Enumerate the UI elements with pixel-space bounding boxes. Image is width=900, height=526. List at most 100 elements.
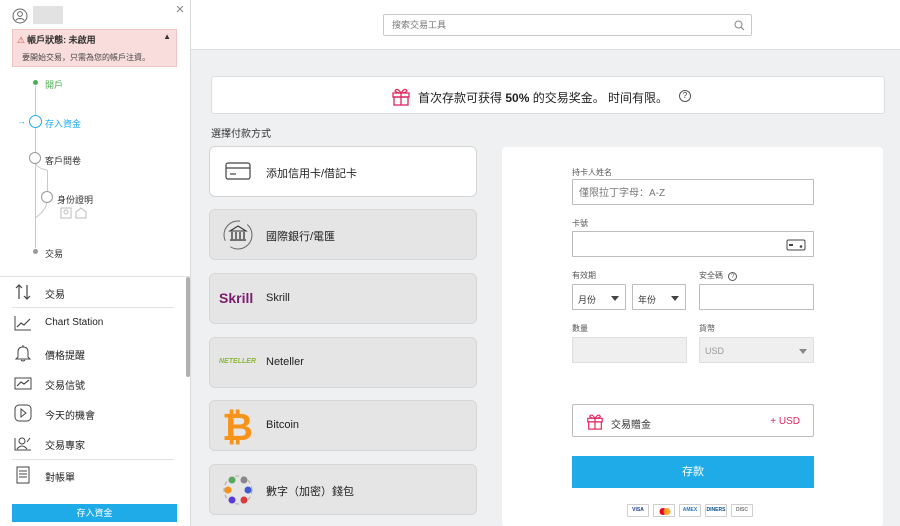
chart-line-icon <box>14 316 31 331</box>
step-pending-dot <box>41 191 53 203</box>
step-label-open-account: 開戶 <box>45 80 64 90</box>
warning-icon: ⚠ <box>17 35 26 45</box>
deposit-button[interactable]: 存款 <box>572 456 814 488</box>
menu-item-trade-signals[interactable]: 交易信號 <box>0 368 182 398</box>
cvv-field[interactable] <box>699 284 814 310</box>
sidebar-header: × <box>0 0 190 28</box>
visa-logo: VISA <box>627 504 649 517</box>
arrows-updown-icon <box>15 284 31 300</box>
bitcoin-icon: ₿ <box>222 407 253 449</box>
bell-icon <box>14 345 32 362</box>
card-icon <box>786 239 806 251</box>
payment-method-label: 國際銀行/電匯 <box>266 231 336 243</box>
promo-text: 首次存款可获得 50% 的交易奖金。 时间有限。 <box>418 89 668 106</box>
menu-scrollbar[interactable] <box>186 277 190 377</box>
menu-item-trade[interactable]: 交易 <box>0 277 182 307</box>
cardholder-input[interactable] <box>579 186 795 200</box>
cvv-info-icon[interactable]: ? <box>728 272 738 281</box>
menu-item-statement[interactable]: 對帳單 <box>0 460 182 490</box>
menu-item-price-alerts[interactable]: 價格提醒 <box>0 338 182 368</box>
expiry-month-select[interactable]: 月份 <box>572 284 626 310</box>
menu-label: Chart Station <box>45 317 104 328</box>
mastercard-logo: MC <box>653 504 675 517</box>
search-input[interactable] <box>392 18 722 32</box>
promo-text-part: 首次存款可获得 <box>418 91 506 105</box>
menu-label: 交易專家 <box>45 441 85 452</box>
discover-logo: DISC <box>731 504 753 517</box>
year-value: 年份 <box>638 295 657 305</box>
card-number-field[interactable] <box>572 231 814 257</box>
cardholder-label: 持卡人姓名 <box>572 168 612 177</box>
menu-label: 交易信號 <box>45 381 85 392</box>
amount-field[interactable] <box>572 337 687 363</box>
card-deposit-form: 持卡人姓名 卡號 有效期 月份 年份 安全碼 ? 數量 貨幣 USD <box>502 147 883 526</box>
step-label-trade[interactable]: 交易 <box>45 247 63 260</box>
expiry-year-select[interactable]: 年份 <box>632 284 686 310</box>
step-label-questionnaire[interactable]: 客戶問卷 <box>45 154 81 167</box>
menu-item-trade-experts[interactable]: 交易專家 <box>0 428 182 458</box>
cvv-input[interactable] <box>706 291 808 305</box>
payment-method-card[interactable]: 添加信用卡/借記卡 <box>209 146 477 197</box>
payment-method-label: Skrill <box>266 292 290 304</box>
step-label-deposit[interactable]: 存入資金 <box>45 117 81 130</box>
payment-method-label: 數字（加密）錢包 <box>266 486 354 498</box>
currency-label: 貨幣 <box>699 324 715 333</box>
statement-icon <box>16 466 30 484</box>
user-name-placeholder <box>33 6 63 24</box>
close-icon[interactable]: × <box>173 2 187 17</box>
onboarding-steps: 開戶 → 存入資金 客戶問卷 身份證明 交易 <box>0 72 190 272</box>
menu-label: 交易 <box>45 290 65 301</box>
account-status-banner[interactable]: ⚠ 帳戶狀態: 未啟用 ▲ 要開始交易，只需為您的帳戶注資。 <box>12 29 177 67</box>
top-bar <box>191 0 900 50</box>
menu-item-chart-station[interactable]: Chart Station <box>0 308 182 338</box>
step-done-dot <box>33 80 38 85</box>
diners-logo: DINERS <box>705 504 727 517</box>
step-pending-dot <box>33 249 38 254</box>
payment-method-label: 添加信用卡/借記卡 <box>266 168 358 180</box>
collapse-caret-icon[interactable]: ▲ <box>163 32 171 41</box>
payment-method-card[interactable]: 數字（加密）錢包 <box>209 464 477 515</box>
payment-method-card[interactable]: 國際銀行/電匯 <box>209 209 477 260</box>
payment-method-card[interactable]: NETELLER Neteller <box>209 337 477 388</box>
play-icon <box>14 404 32 422</box>
skrill-logo-text: Skrill <box>219 290 254 306</box>
step-label-id-proof[interactable]: 身份證明 <box>57 193 93 206</box>
skrill-logo: Skrill <box>219 274 270 323</box>
amex-logo: AMEX <box>679 504 701 517</box>
gift-icon <box>392 88 410 106</box>
menu-label: 今天的機會 <box>45 411 95 422</box>
promo-banner: 首次存款可获得 50% 的交易奖金。 时间有限。 ? <box>211 76 885 114</box>
payment-method-card[interactable]: ₿ Bitcoin <box>209 400 477 451</box>
cvv-label: 安全碼 ? <box>699 270 738 281</box>
menu-item-opportunities[interactable]: 今天的機會 <box>0 398 182 428</box>
payment-method-card[interactable]: Skrill Skrill <box>209 273 477 324</box>
gift-icon <box>587 414 603 430</box>
account-status-text: 帳戶狀態: 未啟用 <box>27 35 96 45</box>
chevron-down-icon <box>671 296 679 301</box>
neteller-logo-text: NETELLER <box>219 358 256 365</box>
user-avatar-icon[interactable] <box>12 8 28 24</box>
promo-text-part: 的交易奖金。 时间有限。 <box>529 91 669 105</box>
card-number-input[interactable] <box>579 238 779 252</box>
cardholder-field[interactable] <box>572 179 814 205</box>
id-document-icons <box>60 207 87 219</box>
step-current-dot <box>29 115 42 128</box>
promo-info-icon[interactable]: ? <box>679 90 691 102</box>
crypto-wallet-icon <box>223 475 253 505</box>
sidebar: × ⚠ 帳戶狀態: 未啟用 ▲ 要開始交易，只需為您的帳戶注資。 開戶 → 存入資… <box>0 0 191 526</box>
trade-bonus-label: 交易贈金 <box>611 420 651 431</box>
trade-bonus-box[interactable]: 交易贈金 + USD <box>572 404 814 437</box>
neteller-logo: NETELLER <box>219 338 270 387</box>
currency-select[interactable]: USD <box>699 337 814 363</box>
search-icon[interactable] <box>734 20 745 31</box>
promo-percent: 50% <box>505 91 530 105</box>
sidebar-deposit-button[interactable]: 存入資金 <box>12 504 177 522</box>
credit-card-icon <box>225 162 251 180</box>
search-box[interactable] <box>383 14 752 36</box>
payment-methods-title: 選擇付款方式 <box>211 129 271 140</box>
svg-text:₿: ₿ <box>222 407 253 449</box>
month-value: 月份 <box>578 295 597 305</box>
amount-input[interactable] <box>579 344 681 358</box>
account-notice-text: 要開始交易，只需為您的帳戶注資。 <box>22 53 150 62</box>
bank-transfer-icon <box>223 220 253 250</box>
